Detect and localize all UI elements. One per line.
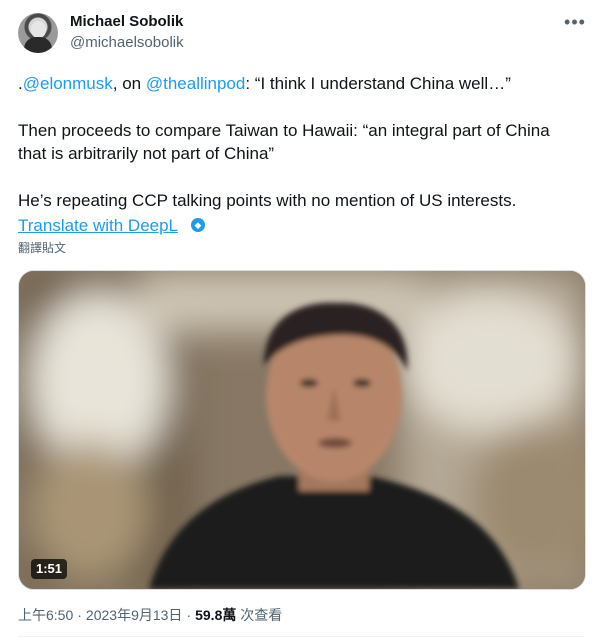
avatar[interactable] [18,13,58,53]
translate-post-link[interactable]: 翻譯貼文 [18,241,66,256]
deepl-icon: ◆ [191,218,205,232]
avatar-face [31,21,46,38]
post-time[interactable]: 上午6:50 [18,607,73,623]
view-count[interactable]: 59.8萬 [195,607,236,623]
avatar-body [24,37,52,53]
post-date[interactable]: 2023年9月13日 [86,607,183,623]
text-middle: , on [112,74,146,93]
tweet: Michael Sobolik @michaelsobolik ••• .@el… [0,0,600,643]
text-suffix: : “I think I understand China well…” [245,74,511,93]
tweet-text: .@elonmusk, on @theallinpod: “I think I … [18,72,578,212]
meta-separator: · [77,607,82,623]
divider [18,636,584,637]
video-frame [19,271,585,589]
more-horizontal-icon[interactable]: ••• [564,12,586,32]
tweet-paragraph-1: .@elonmusk, on @theallinpod: “I think I … [18,72,578,95]
tweet-paragraph-3: He’s repeating CCP talking points with n… [18,191,517,210]
author-name[interactable]: Michael Sobolik [70,13,183,31]
author-handle[interactable]: @michaelsobolik [70,34,184,52]
translate-deepl-link[interactable]: Translate with DeepL [18,214,178,237]
video-duration-badge: 1:51 [31,559,68,579]
mention-elonmusk[interactable]: @elonmusk [23,74,113,93]
video-player[interactable]: 1:51 [18,270,586,590]
post-metadata: 上午6:50 · 2023年9月13日 · 59.8萬 次查看 [18,606,282,624]
view-label: 次查看 [240,607,283,623]
mention-theallinpod[interactable]: @theallinpod [146,74,246,93]
meta-separator: · [186,607,192,623]
tweet-paragraph-2: Then proceeds to compare Taiwan to Hawai… [18,121,550,163]
